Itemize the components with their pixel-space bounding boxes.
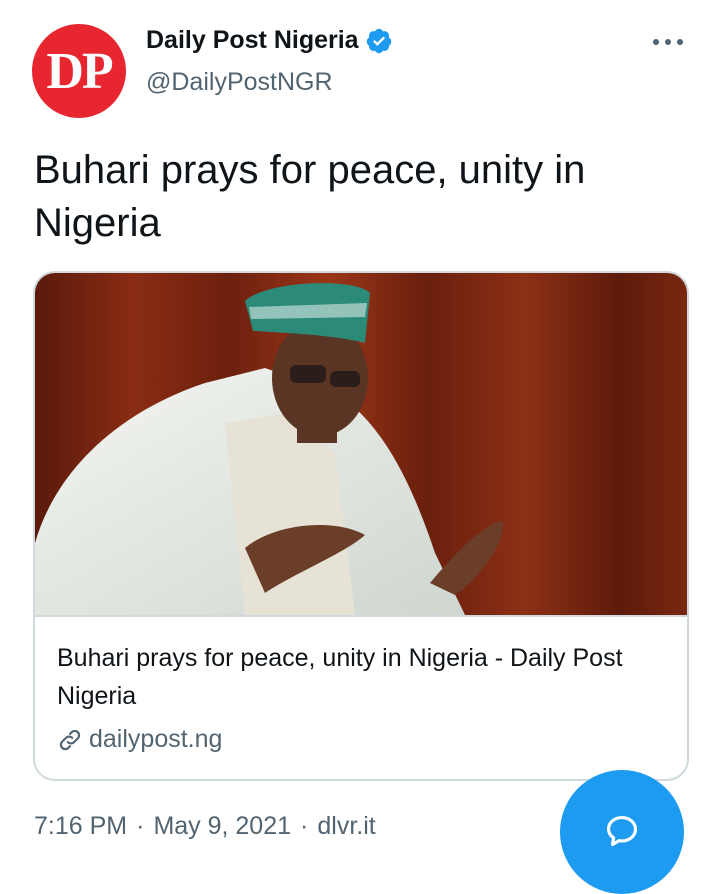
tweet-date[interactable]: May 9, 2021 [153, 812, 291, 841]
link-preview-card[interactable]: Buhari prays for peace, unity in Nigeria… [33, 271, 689, 781]
more-dots-icon [653, 39, 683, 45]
tweet-text: Buhari prays for peace, unity in Nigeria [34, 148, 586, 245]
author-name-row[interactable]: Daily Post Nigeria [146, 26, 393, 55]
card-domain-text: dailypost.ng [89, 725, 223, 753]
card-title[interactable]: Buhari prays for peace, unity in Nigeria… [57, 639, 657, 715]
author-avatar[interactable]: DP [32, 24, 126, 118]
author-display-name[interactable]: Daily Post Nigeria [146, 26, 359, 55]
card-image[interactable] [35, 273, 687, 617]
avatar-text: DP [46, 42, 113, 100]
separator-dot: · [300, 812, 309, 840]
card-domain[interactable]: dailypost.ng [57, 725, 222, 754]
link-icon [59, 729, 81, 750]
tweet-time[interactable]: 7:16 PM [34, 812, 127, 841]
reply-fab-button[interactable] [560, 770, 684, 894]
tweet-source[interactable]: dlvr.it [317, 812, 375, 841]
verified-badge-icon [366, 28, 391, 53]
compose-reply-icon [606, 815, 638, 847]
tweet-metadata: 7:16 PM · May 9, 2021 · dlvr.it [34, 812, 376, 841]
more-options-button[interactable] [648, 30, 688, 54]
author-handle[interactable]: @DailyPostNGR [146, 68, 333, 97]
separator-dot: · [136, 812, 145, 840]
